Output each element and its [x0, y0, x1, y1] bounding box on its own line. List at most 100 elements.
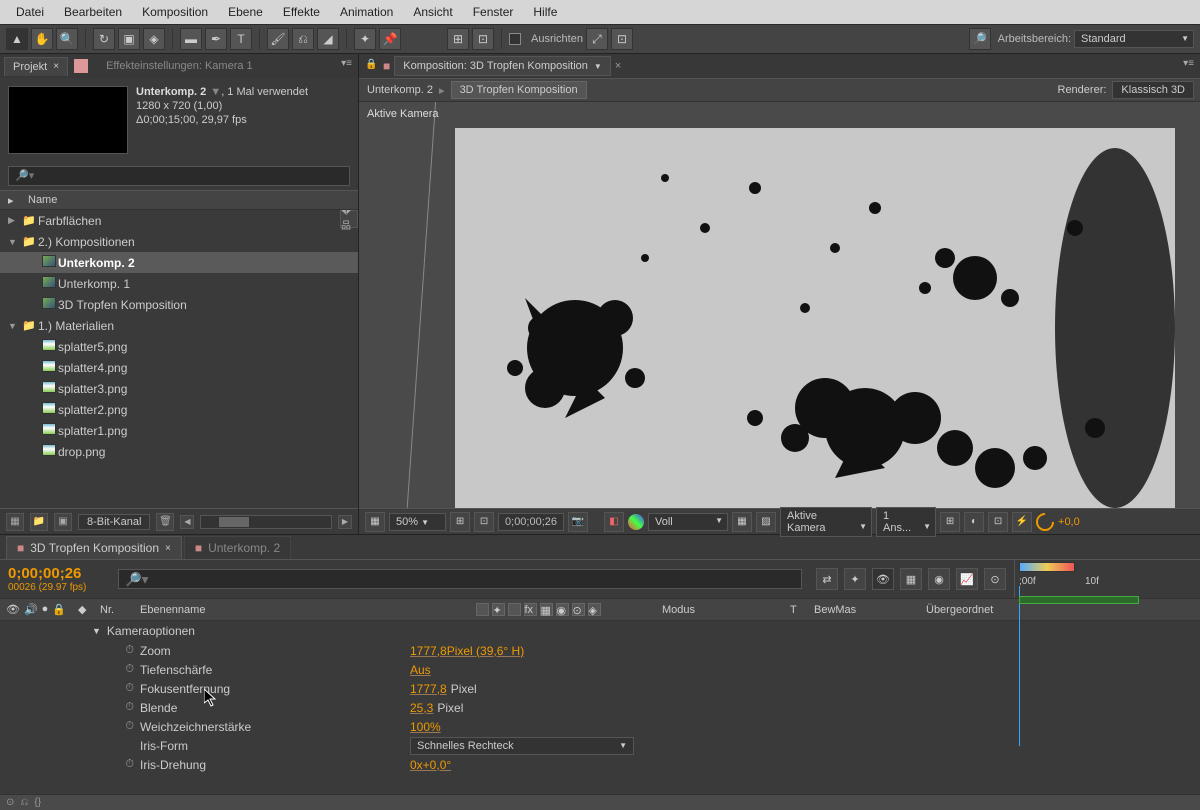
col-nr-header[interactable]: Nr. — [100, 604, 140, 616]
project-item[interactable]: splatter4.png — [58, 361, 127, 375]
prop-name[interactable]: Tiefenschärfe — [140, 663, 410, 677]
channel-icon[interactable] — [628, 514, 644, 530]
trash-icon[interactable]: 🗑 — [156, 513, 174, 531]
composition-tab[interactable]: Komposition: 3D Tropfen Komposition▼ — [394, 56, 611, 76]
col-mode-header[interactable]: Modus — [662, 604, 790, 616]
clone-tool-icon[interactable]: ⎌ — [292, 28, 314, 50]
exposure-value[interactable]: +0,0 — [1058, 516, 1080, 528]
brush-tool-icon[interactable]: 🖌 — [267, 28, 289, 50]
project-item[interactable]: 1.) Materialien — [38, 319, 114, 333]
new-comp-icon[interactable]: ▣ — [54, 513, 72, 531]
comp-thumbnail[interactable] — [8, 86, 128, 154]
panel-menu-icon[interactable]: ▾≡ — [341, 58, 352, 69]
menu-item[interactable]: Effekte — [273, 1, 330, 23]
prop-value[interactable]: Aus — [410, 663, 431, 677]
bitdepth-select[interactable]: 8-Bit-Kanal — [78, 514, 150, 530]
chevron-down-icon[interactable]: ▼ — [594, 62, 602, 71]
transparency-icon[interactable]: ▦ — [732, 512, 752, 532]
snap-ext1-icon[interactable]: ⤢ — [586, 28, 608, 50]
rotate-tool-icon[interactable]: ↻ — [93, 28, 115, 50]
roto-tool-icon[interactable]: ✦ — [354, 28, 376, 50]
fast-preview-icon[interactable]: ⚡ — [1012, 512, 1032, 532]
motion-blur-icon[interactable]: ◉ — [928, 568, 950, 590]
audio-col-icon[interactable]: 🔊 — [24, 603, 38, 616]
tree-flow-icon[interactable]: �品 — [340, 210, 358, 228]
prop-name[interactable]: Fokusentfernung — [140, 682, 410, 696]
col-parent-header[interactable]: Übergeordnet — [926, 604, 1056, 616]
label-col-icon[interactable]: ◆ — [78, 603, 86, 616]
project-item[interactable]: splatter2.png — [58, 403, 127, 417]
alpha-icon[interactable]: ▦ — [365, 512, 385, 532]
draft3d-icon[interactable]: ✦ — [844, 568, 866, 590]
iris-form-select[interactable]: Schnelles Rechteck▼ — [410, 737, 634, 755]
visibility-col-icon[interactable]: 👁 — [6, 603, 20, 616]
timeline-ruler[interactable]: ;00f 10f — [1014, 560, 1200, 598]
col-t-header[interactable]: T — [790, 604, 814, 616]
status-icon[interactable]: {} — [34, 797, 41, 808]
timeline-tab[interactable]: ■3D Tropfen Komposition× — [6, 536, 182, 559]
project-item[interactable]: 2.) Kompositionen — [38, 235, 135, 249]
lock-col-icon[interactable]: 🔒 — [52, 603, 66, 616]
3d-icon[interactable]: ▨ — [756, 512, 776, 532]
workspace-select[interactable]: Standard▼ — [1074, 30, 1194, 48]
prop-value[interactable]: 100% — [410, 720, 441, 734]
timeline-tab[interactable]: ■Unterkomp. 2 — [184, 536, 291, 559]
composition-viewport[interactable]: Aktive Kamera — [359, 102, 1200, 508]
col-trackmatte-header[interactable]: BewMas — [814, 604, 926, 616]
brainstorm-icon[interactable]: ⊙ — [984, 568, 1006, 590]
timeline-wheel-icon[interactable] — [1032, 509, 1057, 534]
timeline-timecode[interactable]: 0;00;00;26 — [8, 565, 104, 582]
prop-value[interactable]: 25,3 — [410, 701, 433, 715]
horizontal-scrollbar[interactable] — [200, 515, 332, 529]
menu-item[interactable]: Fenster — [463, 1, 524, 23]
solo-col-icon[interactable]: ● — [42, 603, 49, 616]
project-item[interactable]: drop.png — [58, 445, 105, 459]
puppet-tool-icon[interactable]: 📌 — [379, 28, 401, 50]
prop-value[interactable]: 1777,8Pixel (39,6° H) — [410, 644, 524, 658]
project-item[interactable]: splatter1.png — [58, 424, 127, 438]
menu-item[interactable]: Ansicht — [403, 1, 462, 23]
menu-item[interactable]: Animation — [330, 1, 403, 23]
new-folder-icon[interactable]: 📁 — [30, 513, 48, 531]
camera-options-group[interactable]: ▼Kameraoptionen — [0, 621, 1200, 641]
close-icon[interactable]: × — [615, 60, 621, 72]
scroll-right-icon[interactable]: ▶ — [338, 515, 352, 529]
mask-icon[interactable]: ◐ — [964, 512, 984, 532]
renderer-select[interactable]: Klassisch 3D — [1112, 81, 1194, 99]
quality-select[interactable]: Voll ▼ — [648, 513, 728, 531]
frame-blend-icon[interactable]: ▦ — [900, 568, 922, 590]
breadcrumb-item[interactable]: 3D Tropfen Komposition — [451, 81, 587, 99]
graph-icon[interactable]: 📈 — [956, 568, 978, 590]
project-item[interactable]: Unterkomp. 2 — [58, 256, 135, 270]
prop-name[interactable]: Weichzeichnerstärke — [140, 720, 410, 734]
pixel-icon[interactable]: ⊡ — [988, 512, 1008, 532]
comp-mini-flow-icon[interactable]: ⇄ — [816, 568, 838, 590]
name-column-header[interactable]: ▸Name — [0, 190, 358, 210]
hand-tool-icon[interactable]: ✋ — [31, 28, 53, 50]
status-icon[interactable]: ⎌ — [20, 797, 28, 808]
color-swatch[interactable] — [74, 59, 88, 73]
close-icon[interactable]: × — [53, 61, 59, 72]
rect-tool-icon[interactable]: ▬ — [180, 28, 202, 50]
project-item[interactable]: Unterkomp. 1 — [58, 277, 130, 291]
region-icon[interactable]: ◧ — [604, 512, 624, 532]
menu-item[interactable]: Datei — [6, 1, 54, 23]
snap-ext2-icon[interactable]: ⊡ — [611, 28, 633, 50]
project-item[interactable]: 3D Tropfen Komposition — [58, 298, 187, 312]
prop-value[interactable]: 0x+0,0° — [410, 758, 451, 772]
prop-name[interactable]: Iris-Form — [140, 739, 410, 753]
timecode-display[interactable]: 0;00;00;26 — [498, 513, 564, 531]
lock-icon[interactable]: 🔒 — [365, 59, 379, 73]
resolution-icon[interactable]: ⊞ — [450, 512, 470, 532]
playhead[interactable] — [1019, 586, 1020, 746]
effects-tab[interactable]: Effekteinstellungen: Kamera 1 — [98, 57, 261, 75]
views-count-select[interactable]: 1 Ans... ▼ — [876, 507, 936, 537]
selection-tool-icon[interactable]: ▲ — [6, 28, 28, 50]
zoom-select[interactable]: 50% ▼ — [389, 513, 446, 531]
grid-icon[interactable]: ⊡ — [474, 512, 494, 532]
snap-checkbox[interactable] — [509, 33, 521, 45]
search-icon[interactable]: 🔎 — [969, 28, 991, 50]
composition-canvas[interactable] — [455, 128, 1175, 508]
timeline-search-input[interactable] — [118, 569, 802, 589]
menu-item[interactable]: Hilfe — [523, 1, 567, 23]
